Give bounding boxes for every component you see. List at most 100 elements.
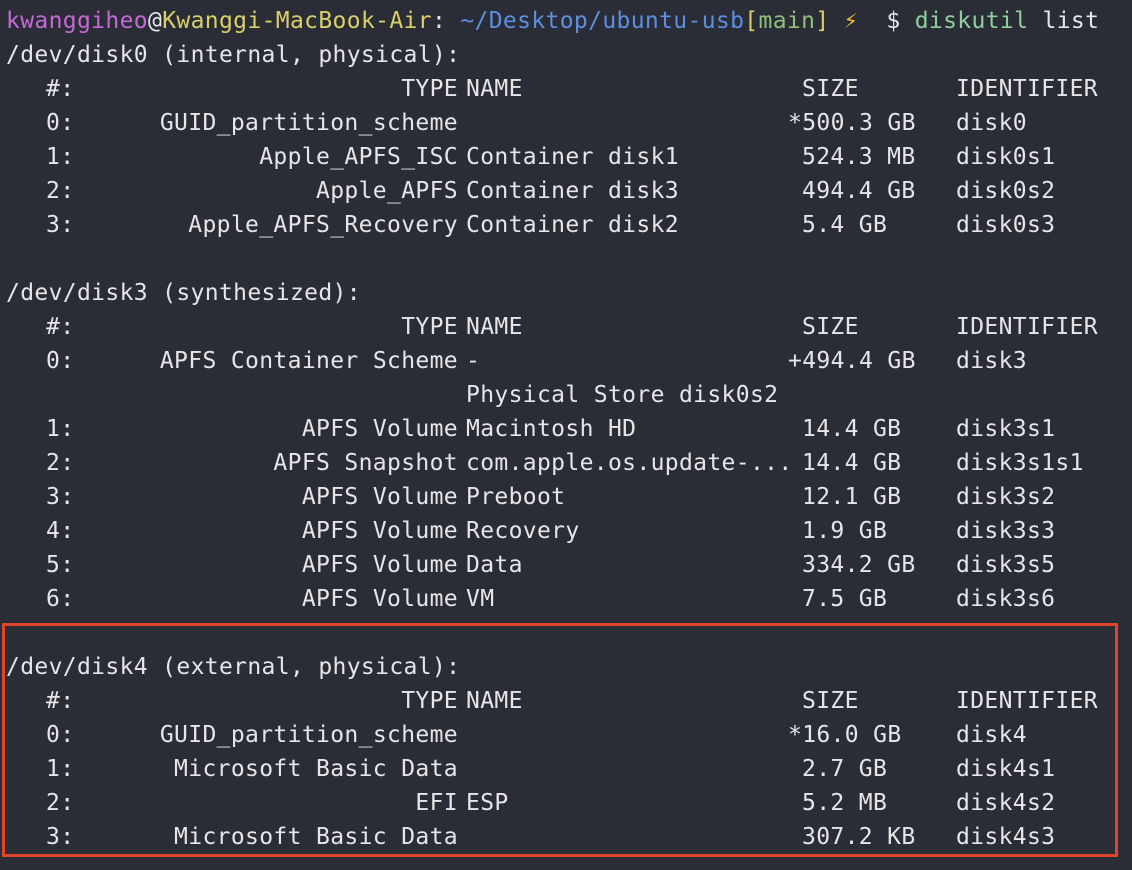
partition-identifier: disk3 bbox=[956, 348, 1027, 374]
column-header-identifier: IDENTIFIER bbox=[956, 688, 1098, 714]
column-header-num: #: bbox=[46, 314, 75, 340]
column-header-identifier: IDENTIFIER bbox=[956, 76, 1098, 102]
partition-size: 1.9 GB bbox=[802, 518, 888, 544]
partition-number: 3: bbox=[46, 824, 75, 850]
partition-size: 5.2 MB bbox=[802, 790, 888, 816]
column-header-type: TYPE bbox=[401, 76, 458, 102]
column-header-name: NAME bbox=[466, 688, 523, 714]
partition-type: APFS Container Scheme bbox=[159, 348, 458, 374]
partition-type: EFI bbox=[415, 790, 458, 816]
partition-type: GUID_partition_scheme bbox=[159, 110, 458, 136]
column-header-type: TYPE bbox=[401, 314, 458, 340]
partition-size: 2.7 GB bbox=[802, 756, 888, 782]
partition-name: Preboot bbox=[466, 484, 566, 510]
partition-identifier: disk0 bbox=[956, 110, 1027, 136]
prompt-line: kwanggiheo@Kwanggi-MacBook-Air: ~/Deskto… bbox=[6, 4, 1126, 38]
partition-identifier: disk4s2 bbox=[956, 790, 1056, 816]
partition-identifier: disk3s1s1 bbox=[956, 450, 1084, 476]
partition-row: 4: APFS Volume Recovery 1.9 GB disk3s3 bbox=[6, 514, 1126, 548]
partition-type: Apple_APFS_ISC bbox=[259, 144, 458, 170]
column-header-size: SIZE bbox=[802, 688, 859, 714]
prompt-branch-open: [ bbox=[744, 8, 759, 34]
partition-identifier: disk3s5 bbox=[956, 552, 1056, 578]
command-name: diskutil bbox=[914, 8, 1029, 34]
partition-size: 12.1 GB bbox=[802, 484, 902, 510]
column-header-size: SIZE bbox=[802, 314, 859, 340]
partition-row: 3: Apple_APFS_Recovery Container disk2 5.4 … bbox=[6, 208, 1126, 242]
prompt-dollar: $ bbox=[886, 8, 901, 34]
partition-size: 14.4 GB bbox=[802, 450, 902, 476]
lightning-icon: ⚡ bbox=[843, 8, 858, 34]
partition-number: 2: bbox=[46, 790, 75, 816]
partition-name: Container disk2 bbox=[466, 212, 679, 238]
partition-identifier: disk3s2 bbox=[956, 484, 1056, 510]
partition-name: VM bbox=[466, 586, 495, 612]
disk-header: /dev/disk0 (internal, physical): bbox=[6, 42, 461, 68]
partition-number: 6: bbox=[46, 586, 75, 612]
column-header-row: #: TYPE NAME SIZE IDENTIFIER bbox=[6, 310, 1126, 344]
partition-number: 5: bbox=[46, 552, 75, 578]
disk-header: /dev/disk3 (synthesized): bbox=[6, 280, 361, 306]
partition-number: 0: bbox=[46, 348, 75, 374]
partition-type: Apple_APFS bbox=[316, 178, 458, 204]
column-header-type: TYPE bbox=[401, 688, 458, 714]
partition-size: 524.3 MB bbox=[802, 144, 916, 170]
partition-name: Container disk3 bbox=[466, 178, 679, 204]
partition-row: 6: APFS Volume VM 7.5 GB disk3s6 bbox=[6, 582, 1126, 616]
column-header-size: SIZE bbox=[802, 76, 859, 102]
partition-identifier: disk0s3 bbox=[956, 212, 1056, 238]
partition-number: 3: bbox=[46, 212, 75, 238]
partition-size: 5.4 GB bbox=[802, 212, 888, 238]
partition-type: Microsoft Basic Data bbox=[174, 824, 458, 850]
partition-row: 2: APFS Snapshot com.apple.os.update-... 14… bbox=[6, 446, 1126, 480]
prompt-branch: main bbox=[758, 8, 816, 34]
partition-name: - bbox=[466, 348, 481, 374]
partition-size: 14.4 GB bbox=[802, 416, 902, 442]
prompt-branch-close: ] bbox=[815, 8, 830, 34]
partition-number: 1: bbox=[46, 144, 75, 170]
prompt-path: ~/Desktop/ubuntu-usb bbox=[460, 8, 745, 34]
partition-identifier: disk3s1 bbox=[956, 416, 1056, 442]
partition-size: *16.0 GB bbox=[788, 722, 902, 748]
partition-row: 0: GUID_partition_scheme *16.0 GB disk4 bbox=[6, 718, 1126, 752]
partition-row: 0: GUID_partition_scheme *500.3 GB disk0 bbox=[6, 106, 1126, 140]
partition-identifier: disk0s1 bbox=[956, 144, 1056, 170]
partition-type: APFS Snapshot bbox=[273, 450, 458, 476]
partition-name: ESP bbox=[466, 790, 509, 816]
prompt-colon: : bbox=[431, 8, 461, 34]
column-header-row: #: TYPE NAME SIZE IDENTIFIER bbox=[6, 72, 1126, 106]
prompt-host: Kwanggi-MacBook-Air bbox=[162, 8, 432, 34]
partition-row: 1: Microsoft Basic Data 2.7 GB disk4s1 bbox=[6, 752, 1126, 786]
partition-type: APFS Volume bbox=[301, 552, 458, 578]
partition-number: 0: bbox=[46, 722, 75, 748]
partition-number: 1: bbox=[46, 756, 75, 782]
partition-name: com.apple.os.update-... bbox=[466, 450, 793, 476]
partition-row: 2: EFI ESP 5.2 MB disk4s2 bbox=[6, 786, 1126, 820]
partition-number: 1: bbox=[46, 416, 75, 442]
column-header-num: #: bbox=[46, 688, 75, 714]
partition-number: 2: bbox=[46, 450, 75, 476]
partition-type: APFS Volume bbox=[301, 518, 458, 544]
partition-size: 494.4 GB bbox=[802, 178, 916, 204]
partition-size: 307.2 KB bbox=[802, 824, 916, 850]
partition-row: 1: APFS Volume Macintosh HD 14.4 GB disk3s1 bbox=[6, 412, 1126, 446]
partition-row: 5: APFS Volume Data 334.2 GB disk3s5 bbox=[6, 548, 1126, 582]
command-argument: list bbox=[1042, 8, 1100, 34]
partition-identifier: disk4s1 bbox=[956, 756, 1056, 782]
partition-type: Apple_APFS_Recovery bbox=[188, 212, 458, 238]
partition-name: Data bbox=[466, 552, 523, 578]
partition-row: 1: Apple_APFS_ISC Container disk1 524.3 MB d… bbox=[6, 140, 1126, 174]
column-header-name: NAME bbox=[466, 314, 523, 340]
column-header-identifier: IDENTIFIER bbox=[956, 314, 1098, 340]
partition-row: 2: Apple_APFS Container disk3 494.4 GB disk0… bbox=[6, 174, 1126, 208]
partition-type: APFS Volume bbox=[301, 484, 458, 510]
partition-name: Container disk1 bbox=[466, 144, 679, 170]
disk-header: /dev/disk4 (external, physical): bbox=[6, 654, 461, 680]
partition-identifier: disk4s3 bbox=[956, 824, 1056, 850]
partition-identifier: disk3s6 bbox=[956, 586, 1056, 612]
partition-row: 3: APFS Volume Preboot 12.1 GB disk3s2 bbox=[6, 480, 1126, 514]
terminal-window[interactable]: kwanggiheo@Kwanggi-MacBook-Air: ~/Deskto… bbox=[6, 4, 1126, 854]
disk-list-output: /dev/disk0 (internal, physical): #: TYPE NA… bbox=[6, 38, 1126, 854]
partition-row: 3: Microsoft Basic Data 307.2 KB disk4s3 bbox=[6, 820, 1126, 854]
